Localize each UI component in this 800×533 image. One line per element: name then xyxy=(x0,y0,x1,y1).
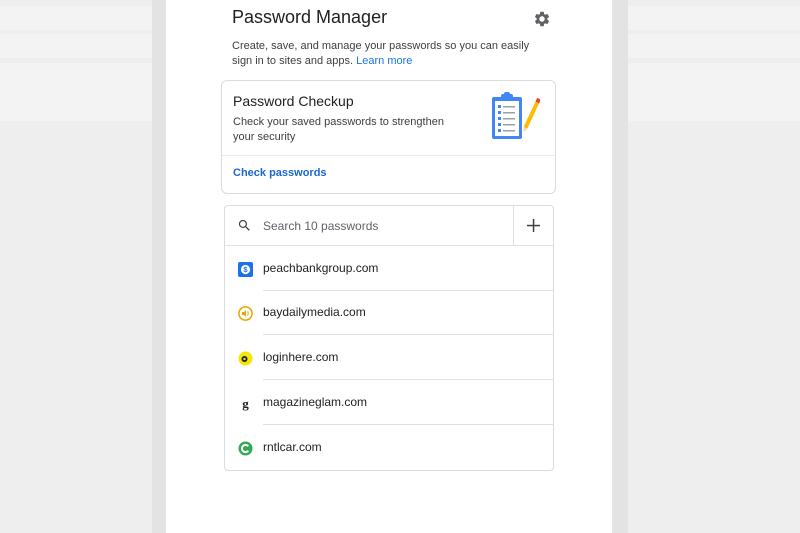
checkup-title: Password Checkup xyxy=(233,93,354,109)
page-description: Create, save, and manage your passwords … xyxy=(232,39,552,68)
c-letter-favicon xyxy=(238,441,253,456)
password-list-item[interactable]: g magazineglam.com xyxy=(225,380,553,425)
clipboard-checklist-illustration xyxy=(490,91,541,143)
learn-more-link[interactable]: Learn more xyxy=(356,55,412,67)
password-checkup-card: Password Checkup Check your saved passwo… xyxy=(221,80,556,194)
background-strip xyxy=(0,6,152,30)
background-left xyxy=(0,0,152,533)
dollar-favicon: $ xyxy=(238,262,253,277)
password-list-item[interactable]: $ peachbankgroup.com xyxy=(225,246,553,291)
gear-icon[interactable] xyxy=(533,10,551,28)
gutter-left xyxy=(152,0,166,533)
site-name: baydailymedia.com xyxy=(263,305,366,319)
background-strip xyxy=(0,34,152,58)
search-input[interactable] xyxy=(261,214,505,238)
add-password-button[interactable] xyxy=(514,206,553,245)
check-passwords-link[interactable]: Check passwords xyxy=(233,167,327,179)
background-strip xyxy=(628,6,800,30)
speaker-favicon xyxy=(238,306,253,321)
plus-icon xyxy=(527,219,540,232)
site-name: loginhere.com xyxy=(263,350,339,364)
background-strip xyxy=(0,63,152,121)
password-manager-panel: Password Manager Create, save, and manag… xyxy=(166,0,612,533)
background-right xyxy=(628,0,800,533)
password-list-item[interactable]: rntlcar.com xyxy=(225,425,553,470)
background-strip xyxy=(628,63,800,121)
gutter-right xyxy=(612,0,628,533)
search-bar xyxy=(225,206,553,246)
login-favicon xyxy=(238,351,253,366)
site-name: rntlcar.com xyxy=(263,440,322,454)
password-list: $ peachbankgroup.com baydailymedia.com xyxy=(224,205,554,471)
checkup-description: Check your saved passwords to strengthen… xyxy=(233,116,444,143)
search-icon xyxy=(237,218,252,233)
password-list-item[interactable]: loginhere.com xyxy=(225,335,553,380)
background-strip xyxy=(628,34,800,58)
password-list-item[interactable]: baydailymedia.com xyxy=(225,290,553,335)
site-name: magazineglam.com xyxy=(263,395,368,409)
g-letter-favicon: g xyxy=(238,396,253,411)
checkup-divider xyxy=(222,155,555,156)
svg-text:g: g xyxy=(242,396,249,411)
site-name: peachbankgroup.com xyxy=(263,261,379,275)
page-title: Password Manager xyxy=(232,7,388,27)
